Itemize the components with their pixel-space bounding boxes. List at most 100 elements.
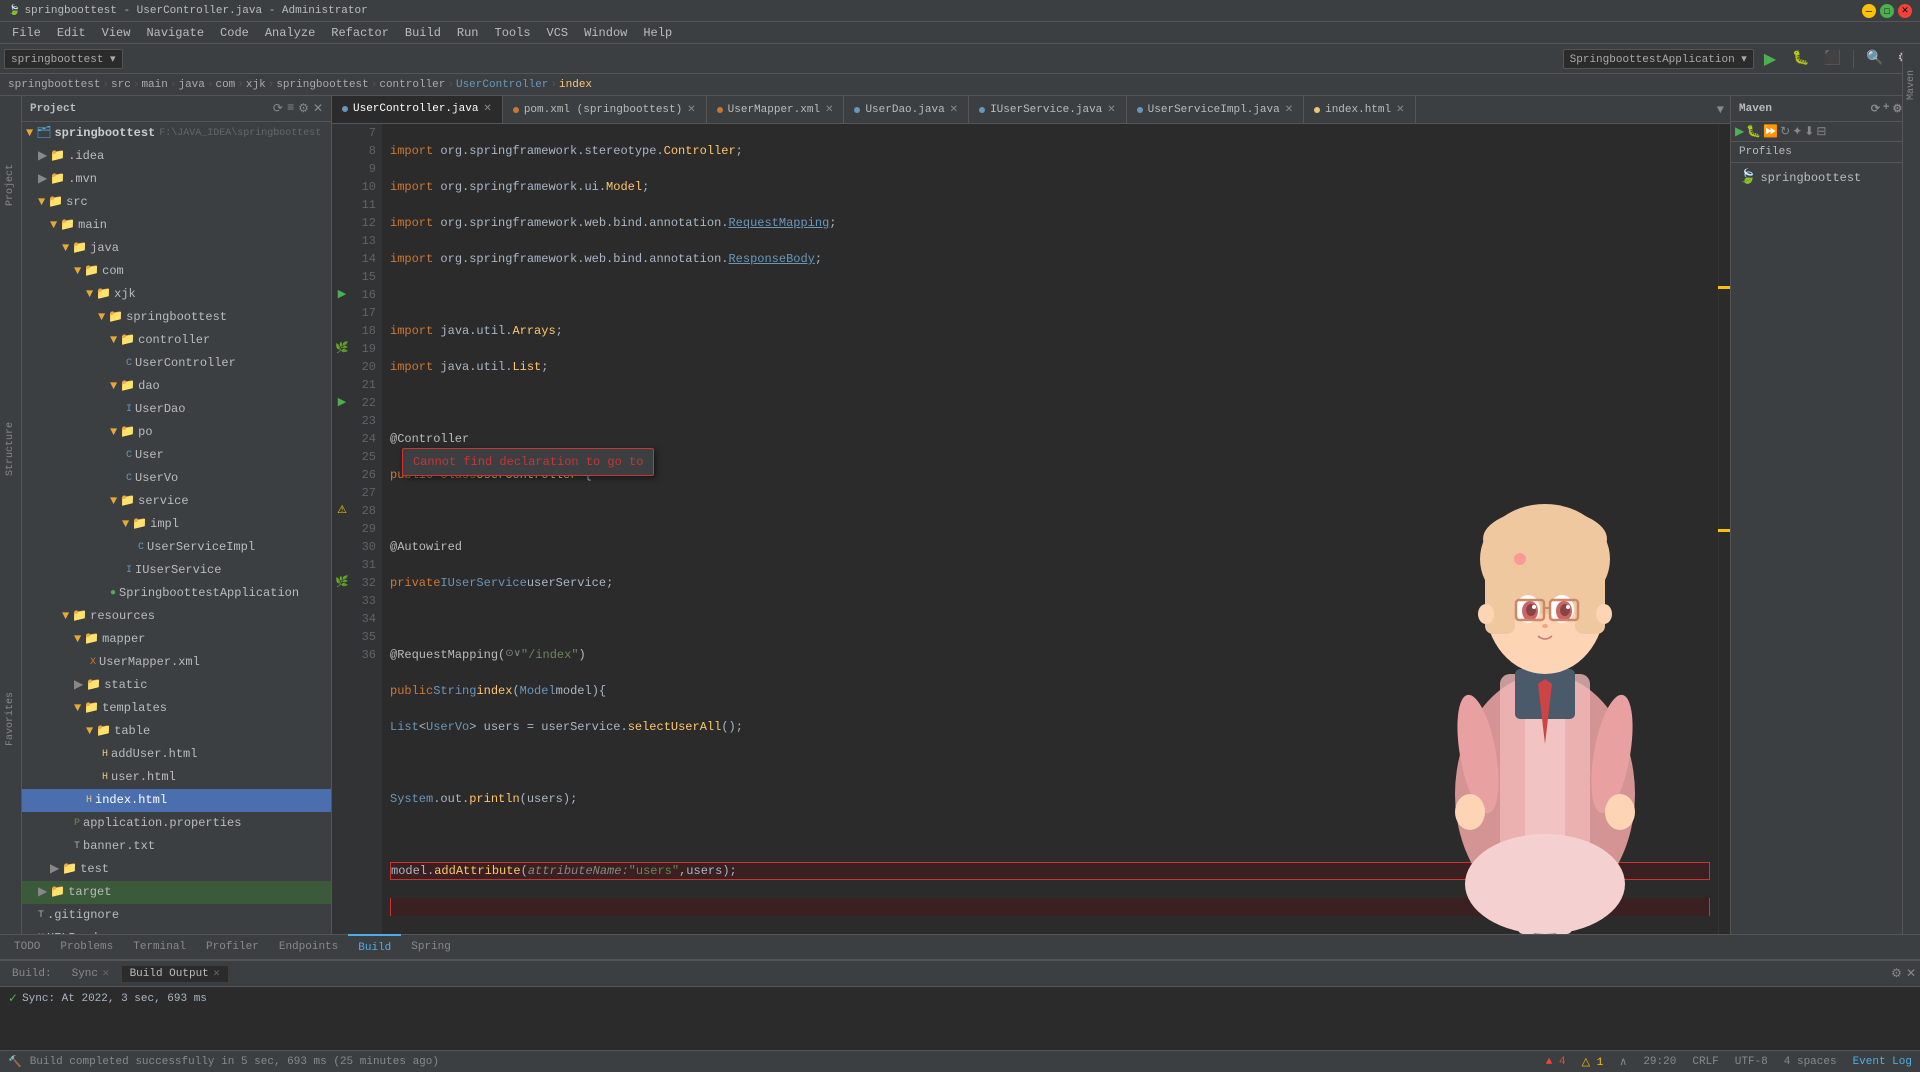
- maven-collapse-tree-icon[interactable]: ⊟: [1816, 124, 1826, 139]
- menu-analyze[interactable]: Analyze: [257, 24, 323, 42]
- tree-item-gitignore[interactable]: T .gitignore: [22, 904, 331, 927]
- minimize-button[interactable]: ─: [1862, 4, 1876, 18]
- tree-item-main[interactable]: ▼ 📁 main: [22, 214, 331, 237]
- breadcrumb-java[interactable]: java: [178, 79, 204, 91]
- tree-item-target[interactable]: ▶ 📁 target: [22, 881, 331, 904]
- structure-tab-label[interactable]: Structure: [3, 414, 18, 484]
- tree-item-userserviceimpl[interactable]: C UserServiceImpl: [22, 536, 331, 559]
- gutter-run-22[interactable]: ▶: [332, 394, 352, 412]
- tree-item-springboottest-pkg[interactable]: ▼ 📁 springboottest: [22, 306, 331, 329]
- tree-item-adduser[interactable]: H addUser.html: [22, 743, 331, 766]
- debug-button[interactable]: 🐛: [1786, 48, 1815, 69]
- tab-close-mapper[interactable]: ✕: [825, 104, 833, 116]
- build-settings-icon[interactable]: ⚙: [1891, 966, 1902, 981]
- menu-window[interactable]: Window: [576, 24, 635, 42]
- tab-overflow-icon[interactable]: ▼: [1711, 103, 1730, 117]
- tree-item-dao[interactable]: ▼ 📁 dao: [22, 375, 331, 398]
- build-hide-icon[interactable]: ✕: [1906, 966, 1916, 981]
- tab-usercontroller[interactable]: UserController.java ✕: [332, 96, 503, 124]
- tree-item-banner[interactable]: T banner.txt: [22, 835, 331, 858]
- maven-lifecycle-icon[interactable]: ↻: [1780, 124, 1790, 139]
- menu-view[interactable]: View: [94, 24, 139, 42]
- bottom-tab-terminal[interactable]: Terminal: [123, 934, 196, 960]
- tree-item-mvn[interactable]: ▶ 📁 .mvn: [22, 168, 331, 191]
- stop-button[interactable]: ⬛: [1818, 48, 1847, 69]
- menu-run[interactable]: Run: [449, 24, 487, 42]
- gutter-run-16[interactable]: ▶: [332, 286, 352, 304]
- bottom-tab-todo[interactable]: TODO: [4, 934, 50, 960]
- tree-item-po[interactable]: ▼ 📁 po: [22, 421, 331, 444]
- tab-indexhtml[interactable]: index.html ✕: [1304, 96, 1415, 124]
- breadcrumb-xjk[interactable]: xjk: [246, 79, 266, 91]
- tree-item-appprops[interactable]: P application.properties: [22, 812, 331, 835]
- tree-item-indexhtml[interactable]: H index.html: [22, 789, 331, 812]
- tree-item-impl[interactable]: ▼ 📁 impl: [22, 513, 331, 536]
- tree-item-userhtml[interactable]: H user.html: [22, 766, 331, 789]
- maven-run-icon[interactable]: ▶: [1735, 124, 1744, 139]
- tree-item-usermapper[interactable]: X UserMapper.xml: [22, 651, 331, 674]
- bottom-tab-spring[interactable]: Spring: [401, 934, 461, 960]
- tree-item-helpmd[interactable]: M HELP.md: [22, 927, 331, 934]
- maven-generate-icon[interactable]: ✦: [1792, 124, 1802, 139]
- tab-pomxml[interactable]: pom.xml (springboottest) ✕: [503, 96, 707, 124]
- sync-close-icon[interactable]: ✕: [102, 969, 110, 979]
- maven-download-icon[interactable]: ⬇: [1804, 124, 1814, 139]
- build-output-close-icon[interactable]: ✕: [213, 969, 221, 979]
- maven-settings-icon[interactable]: ⚙: [1893, 102, 1903, 116]
- tab-close-iservice[interactable]: ✕: [1107, 104, 1115, 116]
- tree-item-xjk[interactable]: ▼ 📁 xjk: [22, 283, 331, 306]
- menu-code[interactable]: Code: [212, 24, 257, 42]
- breadcrumb-springboottest2[interactable]: springboottest: [276, 79, 368, 91]
- tree-item-resources[interactable]: ▼ 📁 resources: [22, 605, 331, 628]
- maven-project-item[interactable]: 🍃 springboottest: [1735, 167, 1916, 188]
- tab-close-usercontroller[interactable]: ✕: [483, 103, 491, 115]
- maven-vertical-label[interactable]: Maven: [1904, 96, 1919, 108]
- tree-item-table[interactable]: ▼ 📁 table: [22, 720, 331, 743]
- bottom-tab-profiler[interactable]: Profiler: [196, 934, 269, 960]
- maven-skip-icon[interactable]: ⏩: [1763, 124, 1778, 139]
- favorites-tab-label[interactable]: Favorites: [3, 684, 18, 754]
- build-output-tab[interactable]: Build Output ✕: [122, 966, 229, 982]
- menu-tools[interactable]: Tools: [487, 24, 539, 42]
- tree-item-java[interactable]: ▼ 📁 java: [22, 237, 331, 260]
- run-config-selector[interactable]: SpringboottestApplication ▾: [1563, 49, 1754, 69]
- menu-edit[interactable]: Edit: [49, 24, 94, 42]
- build-inner-tab-build[interactable]: Build:: [4, 966, 60, 982]
- sidebar-collapse-icon[interactable]: ≡: [287, 101, 294, 116]
- menu-help[interactable]: Help: [635, 24, 680, 42]
- tree-item-usercontroller[interactable]: C UserController: [22, 352, 331, 375]
- breadcrumb-usercontroller[interactable]: UserController: [456, 79, 548, 91]
- tree-item-static[interactable]: ▶ 📁 static: [22, 674, 331, 697]
- menu-vcs[interactable]: VCS: [539, 24, 577, 42]
- tree-item-springboottestapp[interactable]: ● SpringboottestApplication: [22, 582, 331, 605]
- breadcrumb-main[interactable]: main: [141, 79, 167, 91]
- project-tab-label[interactable]: Project: [3, 156, 18, 214]
- breadcrumb-controller[interactable]: controller: [379, 79, 445, 91]
- tab-close-index[interactable]: ✕: [1396, 104, 1404, 116]
- maximize-button[interactable]: □: [1880, 4, 1894, 18]
- build-sync-tab[interactable]: Sync ✕: [64, 966, 118, 982]
- tree-item-mapper[interactable]: ▼ 📁 mapper: [22, 628, 331, 651]
- sidebar-settings-icon[interactable]: ⚙: [298, 101, 309, 116]
- tab-iuserservice[interactable]: IUserService.java ✕: [969, 96, 1127, 124]
- tab-close-pom[interactable]: ✕: [687, 104, 695, 116]
- tree-item-idea[interactable]: ▶ 📁 .idea: [22, 145, 331, 168]
- maven-debug-icon[interactable]: 🐛: [1746, 124, 1761, 139]
- tree-item-uservo[interactable]: C UserVo: [22, 467, 331, 490]
- tree-item-user[interactable]: C User: [22, 444, 331, 467]
- bottom-tab-problems[interactable]: Problems: [50, 934, 123, 960]
- sidebar-hide-icon[interactable]: ✕: [313, 101, 323, 116]
- tree-item-service[interactable]: ▼ 📁 service: [22, 490, 331, 513]
- tree-item-src[interactable]: ▼ 📁 src: [22, 191, 331, 214]
- bottom-tab-endpoints[interactable]: Endpoints: [269, 934, 348, 960]
- maven-add-icon[interactable]: +: [1883, 102, 1890, 116]
- tree-item-test[interactable]: ▶ 📁 test: [22, 858, 331, 881]
- menu-build[interactable]: Build: [397, 24, 449, 42]
- close-button[interactable]: ✕: [1898, 4, 1912, 18]
- tree-item-com[interactable]: ▼ 📁 com: [22, 260, 331, 283]
- tree-item-controller[interactable]: ▼ 📁 controller: [22, 329, 331, 352]
- maven-refresh-icon[interactable]: ⟳: [1871, 102, 1880, 116]
- tab-userdao[interactable]: UserDao.java ✕: [844, 96, 969, 124]
- bottom-tab-build[interactable]: Build: [348, 934, 401, 960]
- run-button[interactable]: ▶: [1756, 47, 1784, 71]
